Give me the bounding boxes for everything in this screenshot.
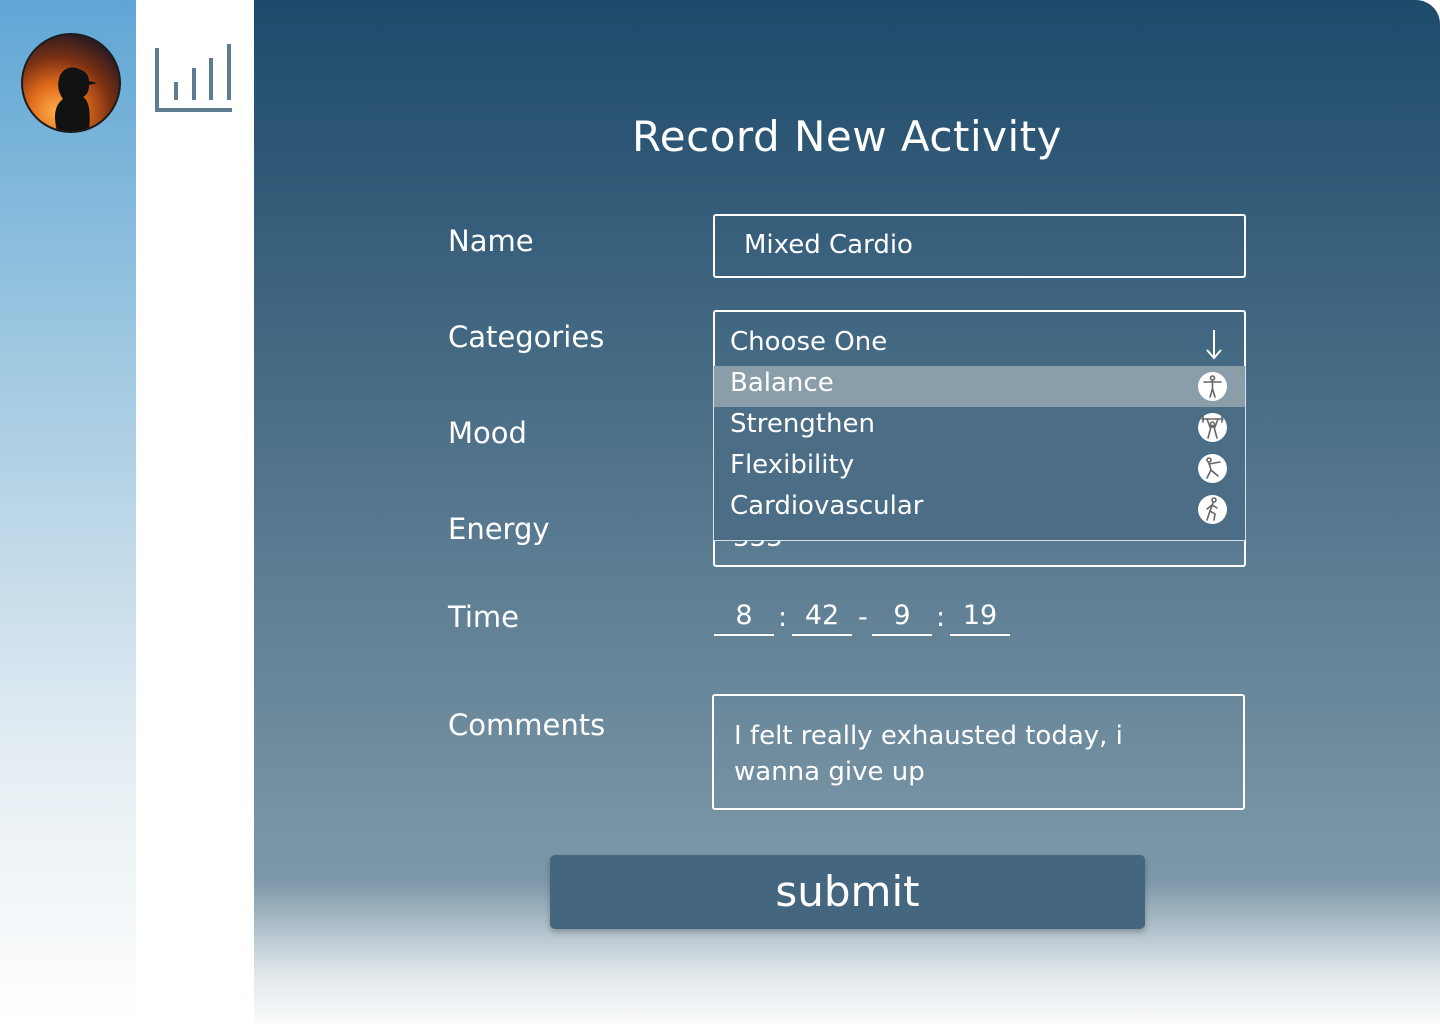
arrow-down-icon[interactable]	[1204, 328, 1224, 360]
time-colon: :	[936, 602, 946, 633]
user-avatar[interactable]	[21, 33, 121, 133]
comments-textarea[interactable]: I felt really exhausted today, i wanna g…	[712, 694, 1245, 810]
end-hour-input[interactable]: 9	[872, 600, 932, 636]
option-balance[interactable]: Balance	[714, 366, 1245, 407]
option-label: Strengthen	[730, 409, 875, 439]
start-hour-input[interactable]: 8	[714, 600, 774, 636]
running-icon	[1198, 495, 1227, 524]
option-flexibility[interactable]: Flexibility	[714, 448, 1245, 489]
mood-label: Mood	[448, 416, 527, 450]
profile-rail	[0, 0, 136, 1024]
nav-panel	[136, 0, 254, 1024]
name-label: Name	[448, 224, 534, 258]
name-field[interactable]: Mixed Cardio	[713, 214, 1246, 278]
silhouette-icon	[55, 67, 97, 131]
weightlifting-icon	[1198, 413, 1227, 442]
comments-value: I felt really exhausted today, i wanna g…	[734, 721, 1123, 787]
categories-select[interactable]: Choose One	[713, 310, 1246, 368]
categories-dropdown-list: Balance Strengthen Flexibility Cardiovas…	[713, 366, 1246, 541]
option-label: Balance	[730, 368, 834, 398]
record-activity-panel: Record New Activity Name Mixed Cardio Ca…	[254, 0, 1440, 1024]
page-title: Record New Activity	[632, 112, 1062, 161]
time-label: Time	[448, 600, 519, 634]
bar-chart-icon[interactable]	[154, 42, 234, 114]
energy-label: Energy	[448, 512, 550, 546]
option-label: Flexibility	[730, 450, 855, 480]
submit-button[interactable]: submit	[550, 855, 1145, 929]
comments-label: Comments	[448, 708, 606, 742]
option-cardiovascular[interactable]: Cardiovascular	[714, 489, 1245, 530]
start-minute-input[interactable]: 42	[792, 600, 852, 636]
end-minute-input[interactable]: 19	[950, 600, 1010, 636]
time-colon: :	[778, 602, 788, 633]
option-strengthen[interactable]: Strengthen	[714, 407, 1245, 448]
categories-placeholder: Choose One	[730, 327, 888, 357]
option-label: Cardiovascular	[730, 491, 924, 521]
time-range-dash: -	[858, 602, 868, 633]
stretching-icon	[1198, 454, 1227, 483]
name-value: Mixed Cardio	[744, 230, 913, 260]
balance-icon	[1198, 372, 1227, 401]
categories-label: Categories	[448, 320, 605, 354]
